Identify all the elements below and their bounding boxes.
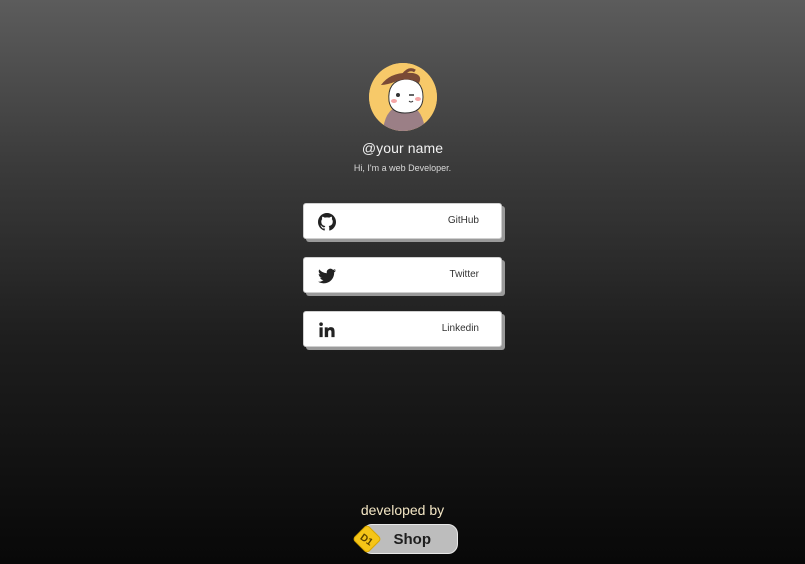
twitter-icon	[318, 268, 336, 284]
tagline: Hi, I'm a web Developer.	[353, 163, 452, 173]
github-link-label: GitHub	[447, 215, 479, 226]
username: @your name	[361, 140, 444, 156]
footer: developed by D1 Shop	[0, 502, 805, 556]
github-link-button[interactable]: GitHub	[303, 203, 502, 239]
d1-logo-icon: D1	[353, 525, 380, 553]
linkedin-link-label: Linkedin	[441, 323, 479, 334]
linkedin-link-button[interactable]: Linkedin	[303, 311, 502, 347]
twitter-link-button[interactable]: Twitter	[303, 257, 502, 293]
twitter-link-label: Twitter	[449, 269, 479, 280]
developed-by-text: developed by	[360, 502, 445, 518]
shop-badge[interactable]: D1 Shop	[347, 522, 459, 556]
link-list: GitHub Twitter Linkedin	[303, 203, 504, 365]
linkedin-icon	[319, 322, 335, 338]
github-icon	[318, 213, 336, 231]
profile-header: @your name Hi, I'm a web Developer.	[0, 63, 805, 173]
avatar	[368, 63, 437, 131]
shop-label: Shop	[393, 531, 432, 548]
